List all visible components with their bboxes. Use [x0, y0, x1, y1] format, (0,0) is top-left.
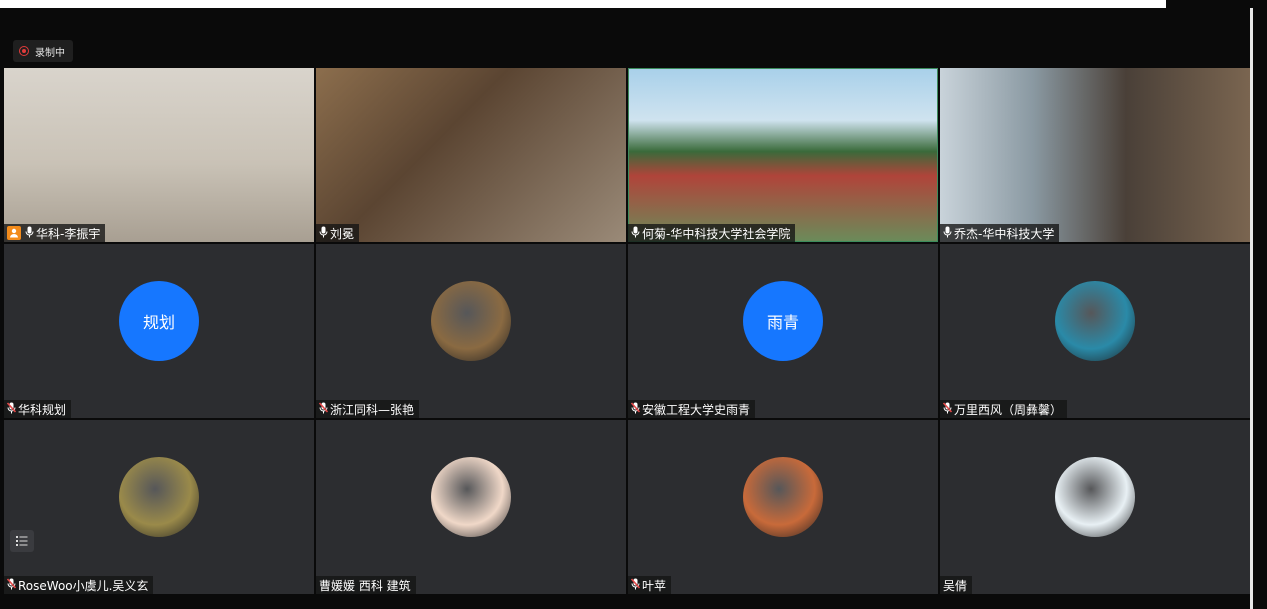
- participant-name: 叶苹: [642, 578, 667, 593]
- participant-tile[interactable]: 何菊-华中科技大学社会学院: [628, 68, 938, 242]
- mic-icon: [319, 226, 328, 241]
- participant-name: 吴倩: [943, 578, 968, 593]
- participant-namebar: 安徽工程大学史雨青: [628, 400, 756, 418]
- mic-icon: [25, 226, 34, 241]
- participant-grid: 华科-李振宇 刘冕 何菊-华中科技大学社会学院 乔杰-华中科技大学 规划 华科规划 浙江同科…: [4, 68, 1250, 594]
- participant-namebar: 叶苹: [628, 576, 672, 594]
- title-bar-controls: [1166, 0, 1267, 8]
- participant-namebar: 曹媛媛 西科 建筑: [316, 576, 416, 594]
- participant-tile[interactable]: 叶苹: [628, 420, 938, 594]
- mic-icon: [943, 226, 952, 241]
- participant-namebar: 刘冕: [316, 224, 360, 242]
- mic-muted-icon: [7, 401, 16, 417]
- record-icon: [19, 46, 29, 56]
- participant-tile[interactable]: 雨青安徽工程大学史雨青: [628, 244, 938, 418]
- mic-muted-icon: [319, 401, 328, 417]
- participant-namebar: RoseWoo小虞儿.吴义玄: [4, 576, 154, 594]
- mic-muted-icon: [943, 401, 952, 417]
- participant-tile[interactable]: 万里西风（周彝馨）: [940, 244, 1250, 418]
- participant-namebar: 华科规划: [4, 400, 72, 418]
- participant-tile[interactable]: 规划华科规划: [4, 244, 314, 418]
- avatar: [743, 456, 823, 537]
- participant-namebar: 何菊-华中科技大学社会学院: [628, 224, 796, 242]
- mic-muted-icon: [7, 577, 16, 593]
- participant-name: 何菊-华中科技大学社会学院: [642, 226, 791, 241]
- participant-name: 华科-李振宇: [36, 226, 101, 241]
- avatar: [431, 280, 511, 361]
- participant-namebar: 乔杰-华中科技大学: [940, 224, 1060, 242]
- participant-tile[interactable]: 华科-李振宇: [4, 68, 314, 242]
- avatar: [119, 456, 199, 537]
- avatar: 规划: [119, 280, 199, 361]
- avatar: 雨青: [743, 280, 823, 361]
- participant-name: 乔杰-华中科技大学: [954, 226, 1055, 241]
- avatar: [1055, 280, 1135, 361]
- participant-name: 刘冕: [330, 226, 355, 241]
- participant-tile[interactable]: 曹媛媛 西科 建筑: [316, 420, 626, 594]
- window-border: [1250, 8, 1253, 609]
- participant-tile[interactable]: 吴倩: [940, 420, 1250, 594]
- mic-muted-icon: [631, 401, 640, 417]
- mic-icon: [631, 226, 640, 241]
- host-icon: [7, 226, 21, 240]
- participant-namebar: 华科-李振宇: [4, 224, 106, 242]
- participant-name: 华科规划: [18, 402, 67, 417]
- recording-indicator[interactable]: 录制中: [13, 40, 73, 62]
- participant-tile[interactable]: 刘冕: [316, 68, 626, 242]
- participant-tile[interactable]: 乔杰-华中科技大学: [940, 68, 1250, 242]
- participant-namebar: 吴倩: [940, 576, 973, 594]
- participant-namebar: 万里西风（周彝馨）: [940, 400, 1068, 418]
- participant-name: 曹媛媛 西科 建筑: [319, 578, 411, 593]
- participant-tile[interactable]: RoseWoo小虞儿.吴义玄: [4, 420, 314, 594]
- mic-muted-icon: [631, 577, 640, 593]
- participant-name: 安徽工程大学史雨青: [642, 402, 751, 417]
- participant-name: 浙江同科—张艳: [330, 402, 415, 417]
- list-icon[interactable]: [10, 530, 34, 552]
- participant-name: RoseWoo小虞儿.吴义玄: [18, 578, 149, 593]
- recording-label: 录制中: [35, 47, 65, 59]
- participant-namebar: 浙江同科—张艳: [316, 400, 420, 418]
- window-title-bar: [0, 0, 1166, 8]
- avatar: [1055, 456, 1135, 537]
- participant-tile[interactable]: 浙江同科—张艳: [316, 244, 626, 418]
- avatar: [431, 456, 511, 537]
- participant-name: 万里西风（周彝馨）: [954, 402, 1063, 417]
